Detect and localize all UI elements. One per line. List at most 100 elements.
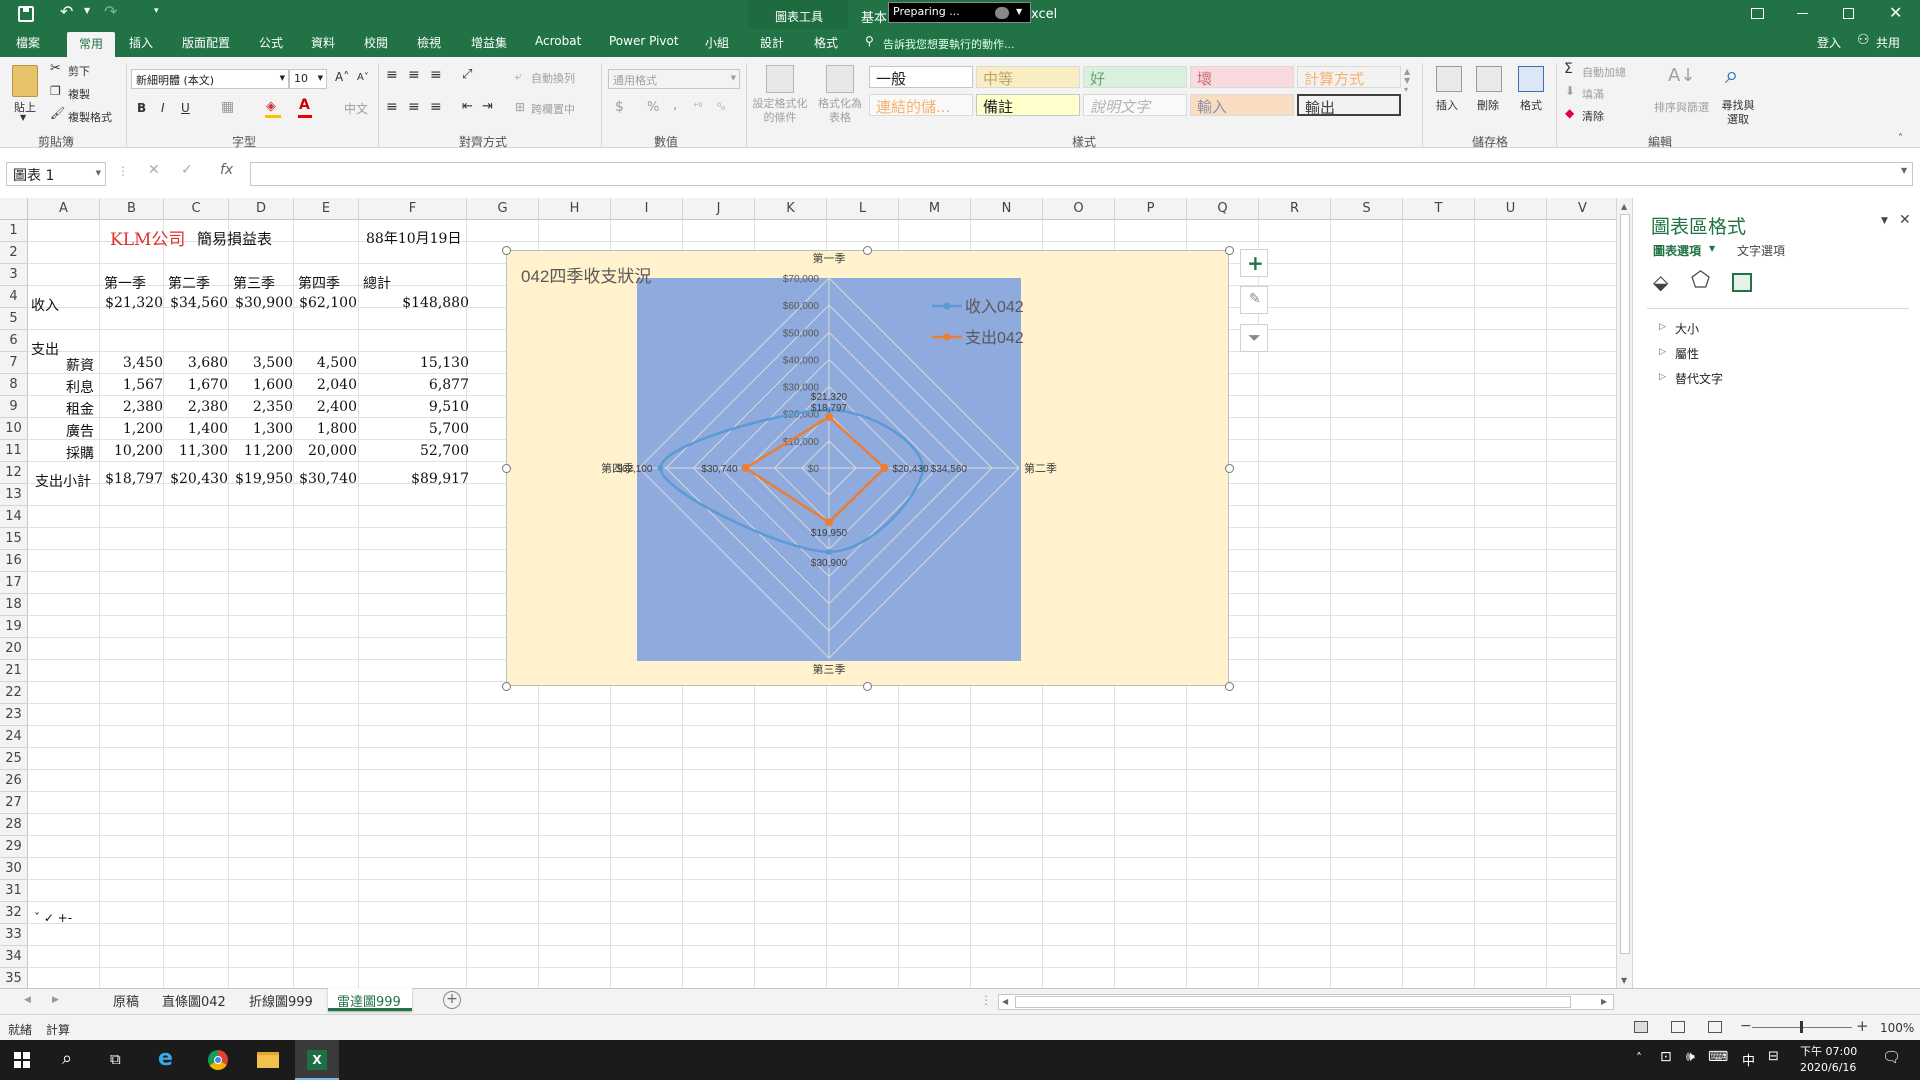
style-good[interactable]: 好 bbox=[1083, 66, 1187, 88]
format-painter-icon[interactable]: 🖌 bbox=[50, 106, 65, 120]
expense-item-value[interactable]: 5,700 bbox=[362, 421, 469, 437]
pane-options-icon[interactable]: ▼ bbox=[1881, 216, 1888, 226]
tab-team[interactable]: 小組 bbox=[705, 34, 729, 51]
row-header[interactable]: 2 bbox=[0, 242, 28, 264]
section-size[interactable]: 大小 bbox=[1675, 320, 1699, 337]
scroll-right-icon[interactable]: ▶ bbox=[1601, 997, 1607, 1006]
row-header[interactable]: 23 bbox=[0, 704, 28, 726]
column-header[interactable]: V bbox=[1547, 198, 1616, 220]
sheet-tab-radar-chart[interactable]: 雷達圖999 bbox=[337, 991, 401, 1010]
undo-icon[interactable]: ↶ bbox=[60, 2, 73, 21]
row-header[interactable]: 13 bbox=[0, 484, 28, 506]
collapse-ribbon-icon[interactable]: ˄ bbox=[1898, 133, 1903, 144]
wrap-text-button[interactable]: 自動換列 bbox=[531, 70, 575, 86]
format-painter-button[interactable]: 複製格式 bbox=[68, 109, 112, 125]
minimize-icon[interactable] bbox=[1797, 13, 1808, 14]
scroll-down-icon[interactable]: ▼ bbox=[1621, 976, 1627, 985]
pane-tab-text-options[interactable]: 文字選項 bbox=[1737, 242, 1785, 259]
row-header[interactable]: 7 bbox=[0, 352, 28, 374]
find-select-button[interactable]: 尋找與選取 bbox=[1718, 99, 1758, 127]
status-calculate[interactable]: 計算 bbox=[46, 1021, 70, 1038]
row-header[interactable]: 6 bbox=[0, 330, 28, 352]
edge-icon[interactable]: e bbox=[158, 1046, 173, 1071]
merge-icon[interactable]: ⊞ bbox=[515, 100, 525, 114]
row-header[interactable]: 10 bbox=[0, 418, 28, 440]
preparing-dropdown-icon[interactable]: ▼ bbox=[1016, 7, 1022, 16]
find-select-icon[interactable]: ⌕ bbox=[1725, 61, 1738, 89]
resize-handle-nw[interactable] bbox=[502, 246, 511, 255]
orientation-icon[interactable]: ⤢ bbox=[462, 67, 472, 82]
chevron-down-icon[interactable]: ▼ bbox=[1709, 244, 1715, 253]
clock-date[interactable]: 2020/6/16 bbox=[1800, 1061, 1856, 1074]
expense-item-value[interactable]: 2,380 bbox=[101, 399, 163, 415]
report-date-cell[interactable]: 88年10月19日 bbox=[366, 228, 461, 248]
decrease-indent-icon[interactable]: ⇤ bbox=[462, 99, 473, 114]
format-as-table-button[interactable]: 格式化為表格 bbox=[814, 97, 866, 125]
income-label[interactable]: 收入 bbox=[31, 295, 59, 315]
percent-button[interactable]: % bbox=[647, 100, 659, 115]
copy-button[interactable]: 複製 bbox=[68, 86, 90, 102]
subtotal-total[interactable]: $89,917 bbox=[362, 471, 469, 487]
expense-item-value[interactable]: 2,040 bbox=[296, 377, 357, 393]
increase-decimal-icon[interactable]: ⁺⁰ bbox=[693, 102, 702, 113]
row-header[interactable]: 14 bbox=[0, 506, 28, 528]
add-sheet-icon[interactable]: + bbox=[443, 991, 461, 1009]
income-q1[interactable]: $21,320 bbox=[101, 295, 163, 311]
tab-review[interactable]: 校閱 bbox=[364, 34, 388, 51]
pane-tab-chart-options[interactable]: 圖表選項 bbox=[1653, 242, 1701, 259]
header-q3[interactable]: 第三季 bbox=[233, 273, 275, 293]
data-point-expense[interactable] bbox=[880, 464, 889, 472]
tell-me-box[interactable]: 告訴我您想要執行的動作... bbox=[883, 36, 1015, 52]
style-neutral[interactable]: 中等 bbox=[976, 66, 1080, 88]
expense-item-value[interactable]: 1,800 bbox=[296, 421, 357, 437]
chart-filters-button[interactable]: ⏷ bbox=[1240, 324, 1268, 352]
style-linked-cell[interactable]: 連結的儲... bbox=[869, 94, 973, 116]
resize-handle-n[interactable] bbox=[863, 246, 872, 255]
format-as-table-icon[interactable] bbox=[826, 65, 854, 93]
expense-item-value[interactable]: 2,400 bbox=[296, 399, 357, 415]
style-bad[interactable]: 壞 bbox=[1190, 66, 1294, 88]
effects-icon[interactable]: ⬠ bbox=[1691, 268, 1710, 293]
scroll-left-icon[interactable]: ◀ bbox=[1002, 997, 1008, 1006]
restore-icon[interactable] bbox=[1843, 8, 1854, 19]
column-header[interactable]: L bbox=[827, 198, 899, 220]
subtotal-q1[interactable]: $18,797 bbox=[101, 471, 163, 487]
align-center-icon[interactable]: ≡ bbox=[408, 99, 420, 115]
clock-time[interactable]: 下午 07:00 bbox=[1800, 1043, 1857, 1059]
row-header[interactable]: 33 bbox=[0, 924, 28, 946]
expense-item-value[interactable]: 52,700 bbox=[362, 443, 469, 459]
expense-item-label[interactable]: 利息 bbox=[66, 377, 94, 397]
sort-filter-icon[interactable]: A↓ bbox=[1668, 65, 1695, 86]
ribbon-display-options-icon[interactable] bbox=[1751, 8, 1764, 19]
tab-home[interactable]: 常用 bbox=[67, 32, 116, 58]
fill-color-icon[interactable]: ◈ bbox=[266, 99, 276, 114]
horizontal-scroll-thumb[interactable] bbox=[1015, 996, 1571, 1008]
row-header[interactable]: 17 bbox=[0, 572, 28, 594]
row-header[interactable]: 21 bbox=[0, 660, 28, 682]
comma-button[interactable]: , bbox=[673, 97, 677, 113]
tab-split-icon[interactable]: ⋮ bbox=[980, 993, 992, 1007]
customize-qat-icon[interactable]: ▾ bbox=[154, 6, 159, 16]
formula-input[interactable] bbox=[250, 162, 1913, 186]
prev-sheet-icon[interactable]: ◀ bbox=[24, 995, 31, 1005]
row-header[interactable]: 11 bbox=[0, 440, 28, 462]
section-alt-text-chevron-icon[interactable]: ▷ bbox=[1659, 372, 1666, 382]
expense-item-label[interactable]: 採購 bbox=[66, 443, 94, 463]
select-all-corner[interactable] bbox=[0, 198, 28, 220]
align-top-icon[interactable]: ≡ bbox=[386, 67, 398, 83]
tab-page-layout[interactable]: 版面配置 bbox=[182, 34, 230, 51]
resize-handle-e[interactable] bbox=[1225, 464, 1234, 473]
expense-item-value[interactable]: 2,350 bbox=[231, 399, 293, 415]
resize-handle-se[interactable] bbox=[1225, 682, 1234, 691]
style-note[interactable]: 備註 bbox=[976, 94, 1080, 116]
row-header[interactable]: 19 bbox=[0, 616, 28, 638]
column-header[interactable]: J bbox=[683, 198, 755, 220]
tab-view[interactable]: 檢視 bbox=[417, 34, 441, 51]
font-name-combo[interactable]: 新細明體 (本文) ▼ bbox=[131, 69, 289, 89]
cancel-icon[interactable]: ✕ bbox=[148, 162, 160, 178]
income-q2[interactable]: $34,560 bbox=[166, 295, 228, 311]
resize-handle-s[interactable] bbox=[863, 682, 872, 691]
expense-item-label[interactable]: 租金 bbox=[66, 399, 94, 419]
expense-item-label[interactable]: 薪資 bbox=[66, 355, 94, 375]
pane-close-icon[interactable]: ✕ bbox=[1899, 212, 1911, 228]
